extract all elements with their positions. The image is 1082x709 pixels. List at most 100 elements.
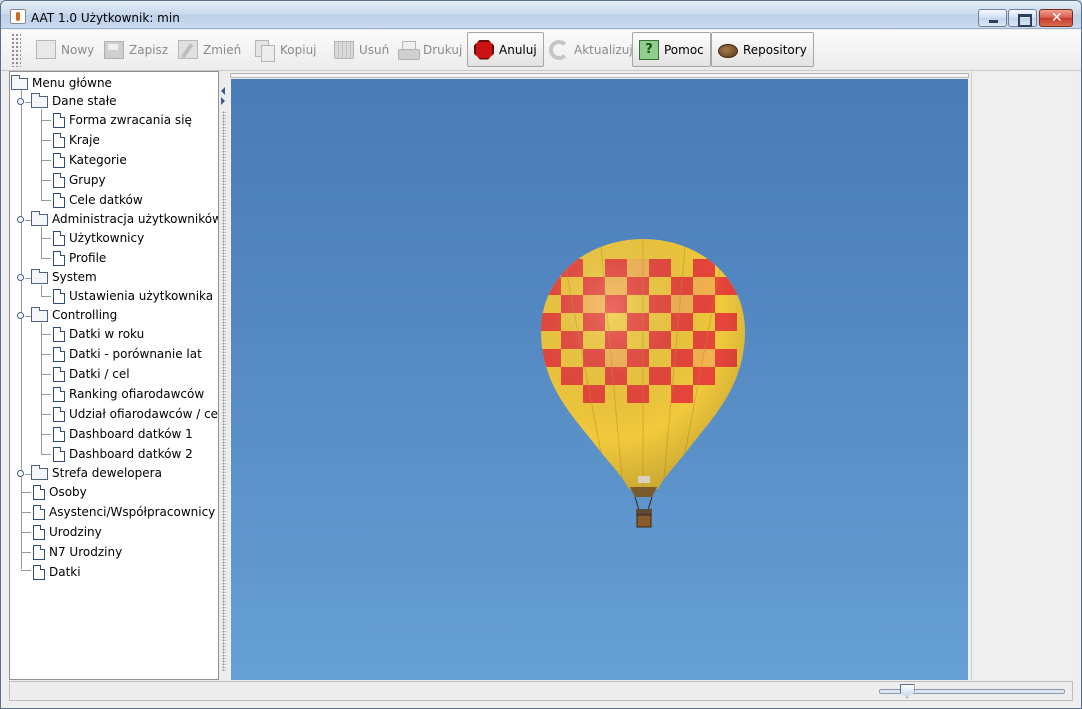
minimize-button[interactable]	[978, 9, 1007, 27]
file-icon	[53, 326, 65, 342]
tree-line	[41, 120, 51, 121]
maximize-button[interactable]	[1008, 9, 1037, 27]
refresh-button[interactable]: Aktualizuj	[542, 32, 640, 67]
trash-icon	[334, 40, 354, 59]
expand-handle-icon[interactable]	[17, 98, 24, 105]
new-button[interactable]: Nowy	[27, 32, 101, 67]
tree-line	[41, 227, 42, 258]
tree-item[interactable]: Kategorie	[53, 150, 127, 170]
tree-group-controlling[interactable]: Controlling	[31, 305, 117, 325]
tree-item[interactable]: Dashboard datków 2	[53, 444, 193, 464]
tree-item[interactable]: Osoby	[33, 482, 87, 502]
repository-button[interactable]: Repository	[711, 32, 814, 67]
folder-icon	[31, 93, 48, 108]
tree-item[interactable]: Urodziny	[33, 522, 102, 542]
tree-label: Strefa dewelopera	[52, 466, 162, 480]
tree-root[interactable]: Menu główne	[11, 73, 112, 93]
tree-item[interactable]: N7 Urodziny	[33, 542, 122, 562]
navigation-tree[interactable]: Menu główne Dane stałe Forma zwracania s…	[9, 71, 219, 680]
tree-item[interactable]: Udział ofiarodawców / cel	[53, 404, 219, 424]
tree-label: System	[52, 270, 97, 284]
edit-icon	[178, 40, 198, 59]
tree-label: Ranking ofiarodawców	[69, 387, 205, 401]
tree-item[interactable]: Ranking ofiarodawców	[53, 384, 204, 404]
tree-item[interactable]: Datki w roku	[53, 324, 144, 344]
save-button[interactable]: Zapisz	[97, 32, 175, 67]
expand-handle-icon[interactable]	[17, 470, 24, 477]
tree-item[interactable]: Cele datków	[53, 190, 143, 210]
tree-group-strefa-dewelopera[interactable]: Strefa dewelopera	[31, 463, 162, 483]
tree-label: Dashboard datków 1	[69, 427, 193, 441]
tree-label: Dane stałe	[52, 94, 117, 108]
tree-group-dane-stale[interactable]: Dane stałe	[31, 91, 117, 111]
tree-label: Dashboard datków 2	[69, 447, 193, 461]
cancel-button-label: Anuluj	[499, 42, 537, 57]
file-icon	[53, 112, 65, 128]
toolbar-grip[interactable]	[11, 33, 21, 67]
print-button-label: Drukuj	[423, 42, 463, 57]
cancel-button[interactable]: Anuluj	[467, 32, 544, 67]
tree-item[interactable]: Dashboard datków 1	[53, 424, 193, 444]
folder-icon	[31, 269, 48, 284]
tree-label: Udział ofiarodawców / cel	[69, 407, 219, 421]
tree-line	[41, 160, 51, 161]
tree-item[interactable]: Datki	[33, 562, 81, 582]
tree-line	[41, 180, 51, 181]
file-icon	[53, 152, 65, 168]
tree-group-administracja[interactable]: Administracja użytkowników	[31, 209, 218, 229]
tree-line	[41, 296, 51, 297]
printer-icon	[398, 40, 420, 60]
file-icon	[53, 250, 65, 266]
folder-icon	[31, 211, 48, 226]
tree-label: Kategorie	[69, 153, 127, 167]
close-button[interactable]: ✕	[1039, 9, 1073, 27]
delete-button[interactable]: Usuń	[324, 32, 396, 67]
tree-item[interactable]: Ustawienia użytkownika	[53, 286, 213, 306]
file-icon	[53, 132, 65, 148]
tree-item[interactable]: Kraje	[53, 130, 100, 150]
copy-button[interactable]: Kopiuj	[248, 32, 324, 67]
expand-right-icon[interactable]	[221, 97, 225, 105]
delete-button-label: Usuń	[359, 42, 390, 57]
collapse-left-icon[interactable]	[221, 87, 225, 95]
help-button[interactable]: ? Pomoc	[632, 32, 711, 67]
file-icon	[53, 426, 65, 442]
tree-line	[21, 552, 31, 553]
tree-item[interactable]: Grupy	[53, 170, 106, 190]
tree-item[interactable]: Użytkownicy	[53, 228, 144, 248]
expand-handle-icon[interactable]	[17, 216, 24, 223]
tree-item[interactable]: Datki / cel	[53, 364, 130, 384]
print-button[interactable]: Drukuj	[391, 32, 469, 67]
tree-line	[21, 532, 31, 533]
file-icon	[33, 504, 45, 520]
split-pane-divider[interactable]	[219, 71, 229, 680]
toolbar: Nowy Zapisz Zmień Kopiuj Usuń Drukuj Anu…	[1, 30, 1081, 71]
folder-icon	[31, 465, 48, 480]
file-icon	[33, 484, 45, 500]
title-bar[interactable]: AAT 1.0 Użytkownik: min ✕	[1, 1, 1081, 29]
edit-button[interactable]: Zmień	[171, 32, 248, 67]
tree-label: Controlling	[52, 308, 118, 322]
tree-item[interactable]: Profile	[53, 248, 106, 268]
tree-item[interactable]: Forma zwracania się	[53, 110, 192, 130]
refresh-button-label: Aktualizuj	[574, 42, 633, 57]
tree-line	[41, 454, 51, 455]
tree-item[interactable]: Asystenci/Współpracownicy	[33, 502, 215, 522]
tree-group-system[interactable]: System	[31, 267, 97, 287]
tree-line	[41, 414, 51, 415]
file-icon	[33, 544, 45, 560]
tree-line	[41, 109, 42, 200]
expand-handle-icon[interactable]	[17, 312, 24, 319]
tree-label: Profile	[69, 251, 107, 265]
expand-handle-icon[interactable]	[17, 274, 24, 281]
refresh-icon	[549, 39, 569, 60]
tree-line	[41, 200, 51, 201]
stop-icon	[474, 39, 494, 60]
tree-label: Datki w roku	[69, 327, 145, 341]
tree-item[interactable]: Datki - porównanie lat	[53, 344, 202, 364]
file-icon	[33, 524, 45, 540]
folder-open-icon	[11, 75, 28, 90]
help-button-label: Pomoc	[664, 42, 704, 57]
tree-label: Datki - porównanie lat	[69, 347, 202, 361]
tree-line	[41, 374, 51, 375]
